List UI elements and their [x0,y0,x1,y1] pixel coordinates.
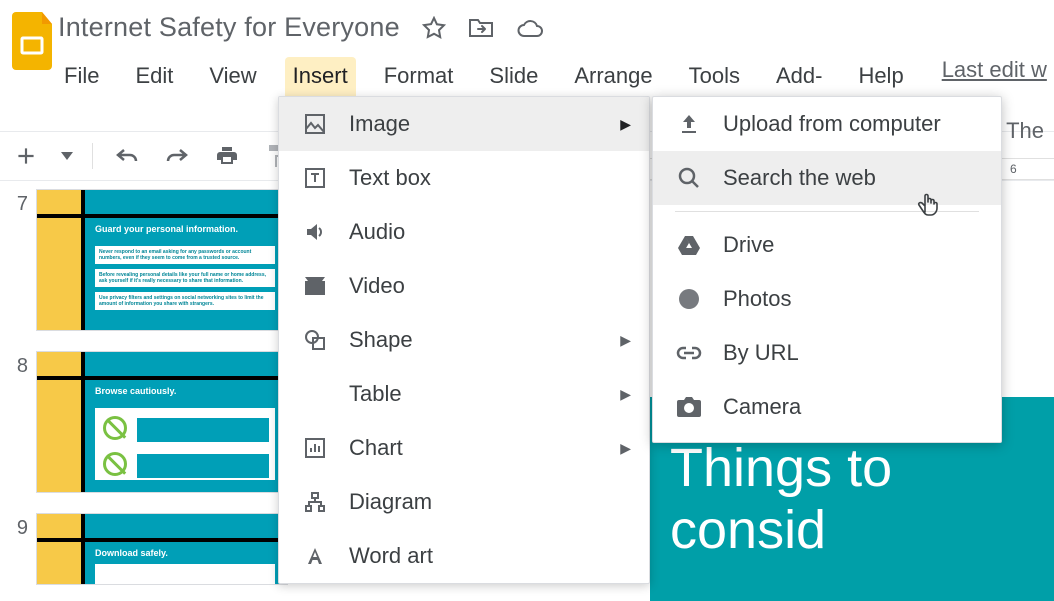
search-icon [675,166,703,190]
menu-item-label: Camera [723,394,801,420]
submenu-arrow-icon: ▶ [620,386,631,403]
menu-file[interactable]: File [56,57,107,121]
cloud-status-icon[interactable] [516,18,544,38]
camera-icon [675,397,703,417]
chart-icon [301,436,329,460]
menu-item-wordart[interactable]: Word art [279,529,649,583]
pointer-cursor-icon [916,186,942,216]
submenu-arrow-icon: ▶ [620,116,631,133]
thumb-number: 9 [4,513,36,540]
menu-item-label: Diagram [349,489,432,515]
slide-thumbnails: 7 Guard your personal information. Never… [0,181,300,601]
slide-thumbnail-7[interactable]: Guard your personal information. Never r… [36,189,288,331]
redo-button[interactable] [161,140,193,172]
audio-icon [301,220,329,244]
menu-item-diagram[interactable]: Diagram [279,475,649,529]
menu-item-chart[interactable]: Chart ▶ [279,421,649,475]
thumb-text: Never respond to an email asking for any… [95,246,275,264]
thumb-title: Download safely. [95,548,168,558]
menu-item-textbox[interactable]: Text box [279,151,649,205]
shape-icon [301,328,329,352]
undo-button[interactable] [111,140,143,172]
menu-item-label: Shape [349,327,413,353]
submenu-item-photos[interactable]: Photos [653,272,1001,326]
ruler-mark: 6 [1010,162,1017,176]
submenu-item-upload[interactable]: Upload from computer [653,97,1001,151]
thumb-text: Use privacy filters and settings on soci… [95,292,275,310]
menu-item-audio[interactable]: Audio [279,205,649,259]
wordart-icon [301,544,329,568]
document-title[interactable]: Internet Safety for Everyone [56,8,402,47]
menu-item-label: Photos [723,286,792,312]
menu-edit[interactable]: Edit [127,57,181,121]
drive-icon [675,234,703,256]
menu-item-shape[interactable]: Shape ▶ [279,313,649,367]
link-icon [675,346,703,360]
textbox-icon [301,166,329,190]
menu-item-label: Image [349,111,410,137]
image-submenu: Upload from computer Search the web Driv… [652,96,1002,443]
video-icon [301,275,329,297]
move-folder-icon[interactable] [468,17,494,39]
thumb-title: Guard your personal information. [95,224,238,234]
menu-item-video[interactable]: Video [279,259,649,313]
diagram-icon [301,490,329,514]
thumb-text: Before revealing personal details like y… [95,269,275,287]
menu-item-label: By URL [723,340,799,366]
menu-item-label: Video [349,273,405,299]
insert-menu: Image ▶ Text box Audio Video Shape ▶ Tab… [278,96,650,584]
submenu-item-drive[interactable]: Drive [653,218,1001,272]
menu-item-label: Audio [349,219,405,245]
menu-view[interactable]: View [201,57,264,121]
submenu-item-camera[interactable]: Camera [653,380,1001,434]
image-icon [301,112,329,136]
menu-item-label: Chart [349,435,403,461]
upload-icon [675,112,703,136]
menu-item-label: Table [349,381,402,407]
thumb-number: 8 [4,351,36,378]
photos-icon [675,287,703,311]
submenu-arrow-icon: ▶ [620,440,631,457]
menu-item-image[interactable]: Image ▶ [279,97,649,151]
star-icon[interactable] [422,16,446,40]
slide-thumbnail-8[interactable]: Browse cautiously. [36,351,288,493]
menu-item-label: Word art [349,543,433,569]
slide-thumbnail-9[interactable]: Download safely. [36,513,288,585]
new-slide-button[interactable] [10,140,42,172]
menu-item-label: Upload from computer [723,111,941,137]
menu-item-label: Search the web [723,165,876,191]
submenu-item-byurl[interactable]: By URL [653,326,1001,380]
theme-button[interactable]: The [1006,118,1044,144]
menu-item-label: Text box [349,165,431,191]
slides-logo[interactable] [12,8,56,78]
thumb-number: 7 [4,189,36,216]
new-slide-dropdown[interactable] [60,140,74,172]
print-button[interactable] [211,140,243,172]
submenu-item-search-web[interactable]: Search the web [653,151,1001,205]
menu-item-table[interactable]: Table ▶ [279,367,649,421]
submenu-arrow-icon: ▶ [620,332,631,349]
thumb-title: Browse cautiously. [95,386,176,396]
menu-item-label: Drive [723,232,774,258]
